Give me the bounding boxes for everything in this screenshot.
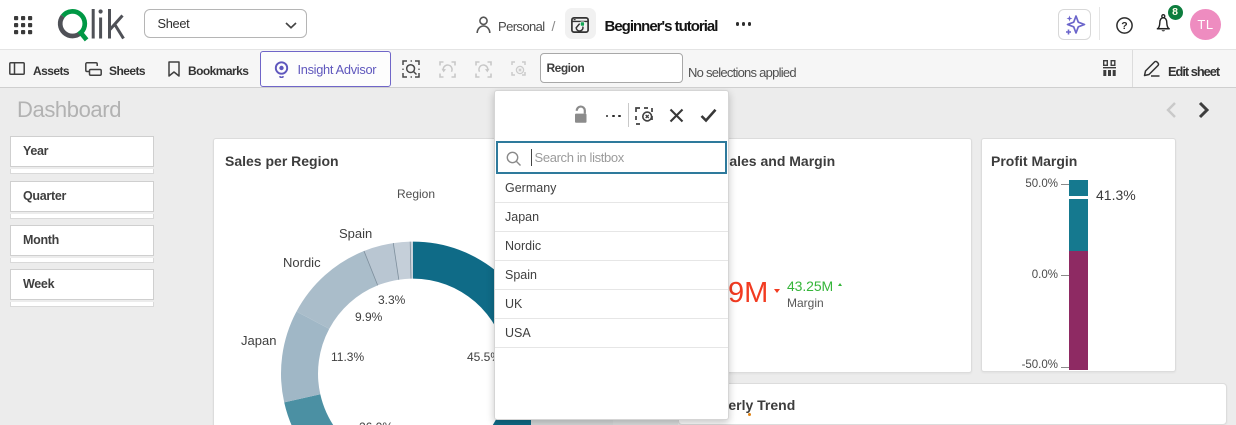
svg-text:?: ? (1121, 20, 1127, 32)
